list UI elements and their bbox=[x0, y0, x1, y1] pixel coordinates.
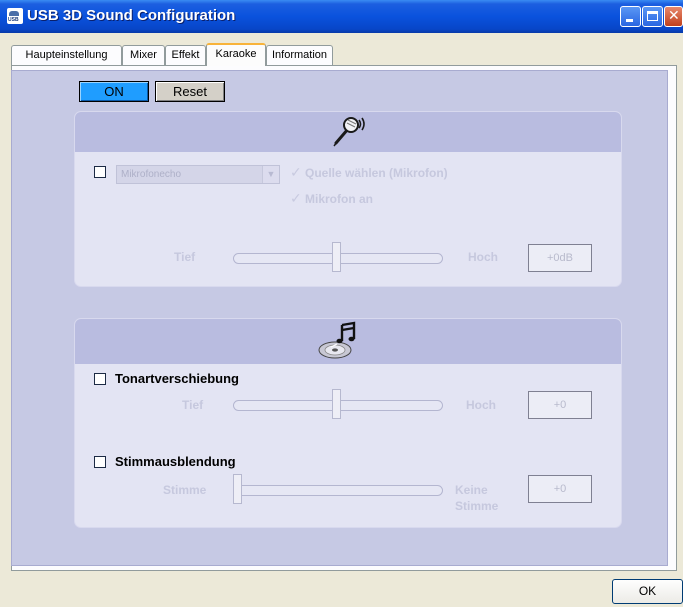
key-shift-value-box: +0 bbox=[528, 391, 592, 419]
mic-echo-dropdown-value: Mikrofonecho bbox=[121, 169, 182, 180]
mic-echo-checkbox[interactable] bbox=[94, 166, 106, 178]
voice-cancel-slider-thumb[interactable] bbox=[233, 474, 242, 504]
minimize-icon bbox=[626, 19, 633, 22]
maximize-button[interactable] bbox=[642, 6, 663, 27]
chevron-down-icon[interactable]: ▼ bbox=[262, 166, 279, 183]
tab-haupteinstellung[interactable]: Haupteinstellung bbox=[11, 45, 122, 65]
microphone-group-header bbox=[75, 112, 621, 152]
key-shift-label[interactable]: Tonartverschiebung bbox=[115, 371, 239, 386]
tab-effekt[interactable]: Effekt bbox=[165, 45, 206, 65]
voice-cancel-low-label: Stimme bbox=[163, 483, 207, 497]
tab-information[interactable]: Information bbox=[266, 45, 333, 65]
key-shift-checkbox[interactable] bbox=[94, 373, 106, 385]
mic-slider-low-label: Tief bbox=[174, 250, 196, 264]
source-select-label[interactable]: Quelle wählen (Mikrofon) bbox=[305, 166, 448, 180]
mic-on-check-icon: ✓ bbox=[290, 191, 302, 207]
music-cd-icon bbox=[318, 321, 356, 359]
music-group-header bbox=[75, 319, 621, 364]
tab-karaoke[interactable]: Karaoke bbox=[206, 43, 266, 66]
usb-app-icon: USB bbox=[7, 8, 23, 24]
key-shift-high-label: Hoch bbox=[466, 398, 496, 412]
title-bar[interactable]: USB USB 3D Sound Configuration ✕ bbox=[0, 0, 683, 33]
voice-cancel-checkbox[interactable] bbox=[94, 456, 106, 468]
reset-button[interactable]: Reset bbox=[155, 81, 225, 102]
on-button[interactable]: ON bbox=[79, 81, 149, 102]
key-shift-slider-thumb[interactable] bbox=[332, 389, 341, 419]
voice-cancel-label[interactable]: Stimmausblendung bbox=[115, 454, 236, 469]
mic-echo-dropdown[interactable]: Mikrofonecho ▼ bbox=[116, 165, 280, 184]
voice-cancel-slider-track[interactable] bbox=[233, 485, 443, 496]
mic-on-label[interactable]: Mikrofon an bbox=[305, 192, 373, 206]
key-shift-low-label: Tief bbox=[182, 398, 204, 412]
tab-mixer[interactable]: Mixer bbox=[122, 45, 165, 65]
voice-cancel-value-box: +0 bbox=[528, 475, 592, 503]
mic-value-box: +0dB bbox=[528, 244, 592, 272]
close-button[interactable]: ✕ bbox=[664, 6, 683, 27]
maximize-icon bbox=[647, 11, 658, 21]
window-title: USB 3D Sound Configuration bbox=[27, 7, 236, 24]
voice-cancel-high-label-line1: Keine bbox=[455, 483, 488, 497]
mic-slider-high-label: Hoch bbox=[468, 250, 498, 264]
source-check-icon: ✓ bbox=[290, 165, 302, 181]
ok-button[interactable]: OK bbox=[612, 579, 683, 604]
mic-slider-thumb[interactable] bbox=[332, 242, 341, 272]
voice-cancel-high-label-line2: Stimme bbox=[455, 499, 499, 513]
dialog-footer bbox=[0, 577, 683, 607]
microphone-icon bbox=[333, 117, 365, 147]
close-icon: ✕ bbox=[668, 8, 680, 24]
minimize-button[interactable] bbox=[620, 6, 641, 27]
